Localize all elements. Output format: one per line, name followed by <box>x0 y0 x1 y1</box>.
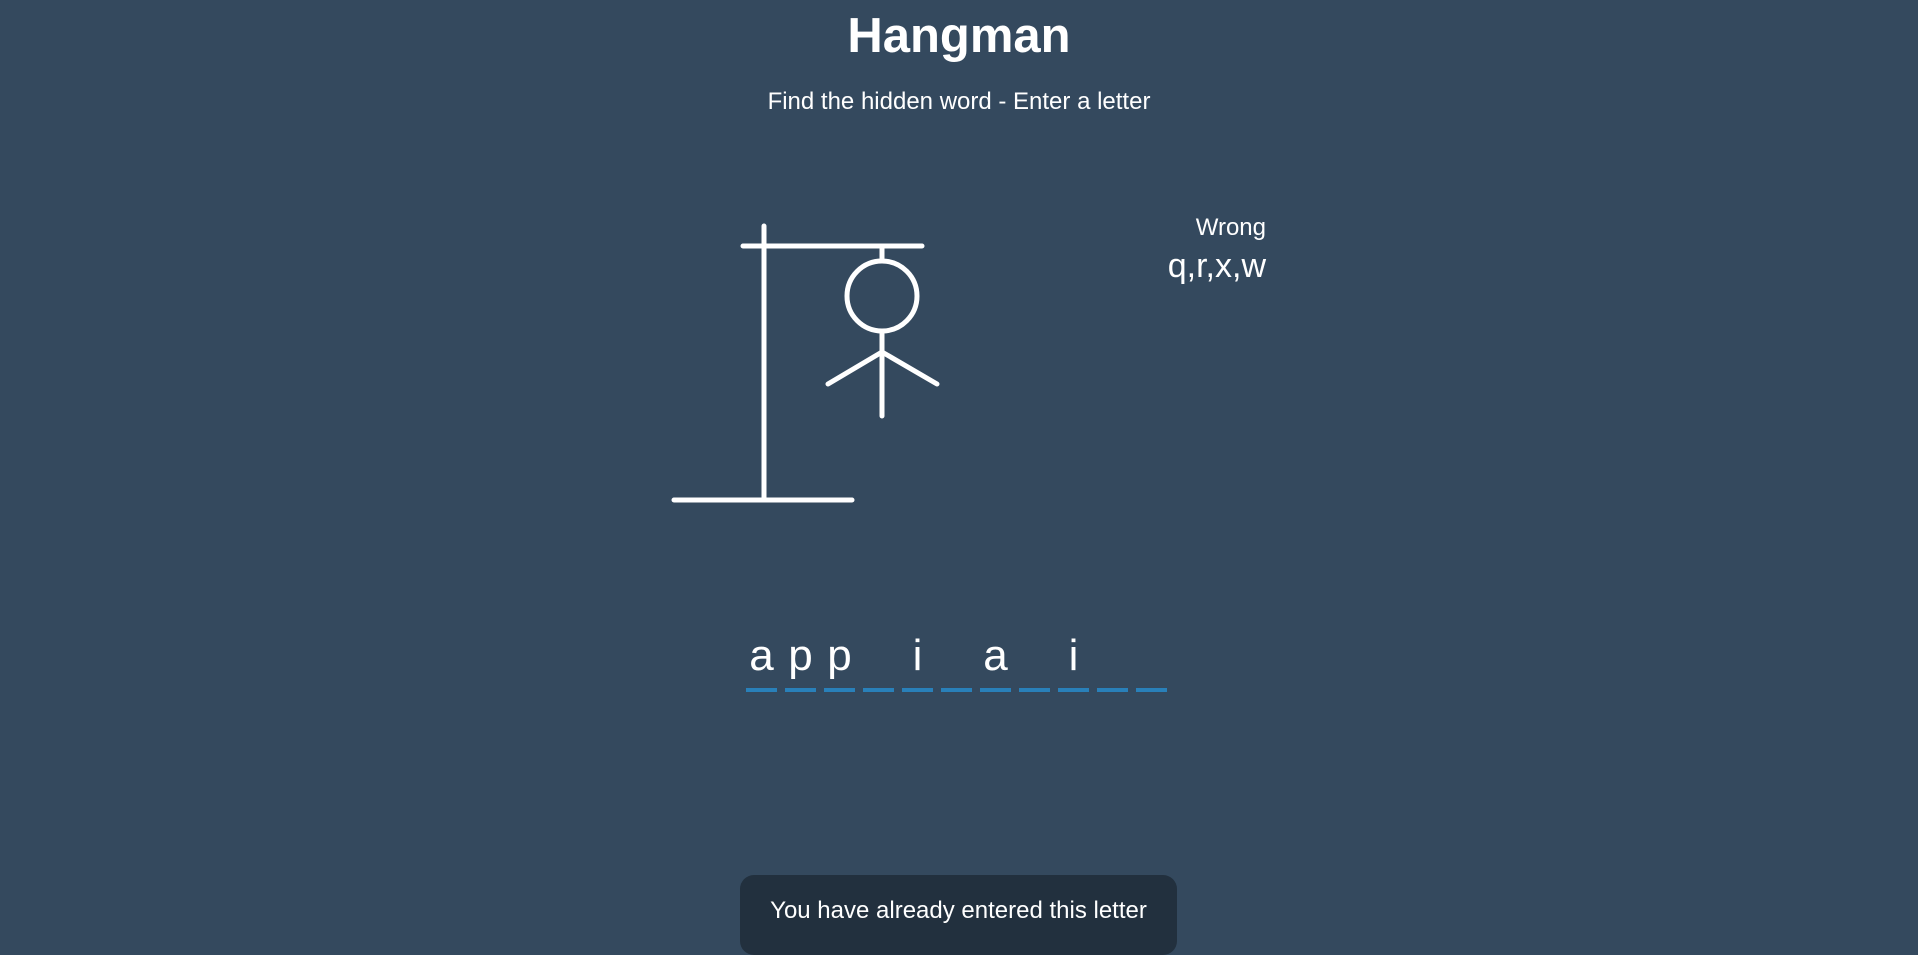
wrong-letters: q,r,x,w <box>1167 247 1266 285</box>
wrong-label: Wrong <box>1195 214 1266 241</box>
hangman-left-arm <box>825 349 885 387</box>
notification-message: You have already entered this letter <box>770 897 1147 924</box>
letter-slot <box>941 624 972 692</box>
letter-slot <box>1019 624 1050 692</box>
letter-slot: i <box>1058 624 1089 692</box>
hangman-right-arm <box>879 349 940 387</box>
letter-slot: a <box>980 624 1011 692</box>
game-subtitle: Find the hidden word - Enter a letter <box>767 88 1151 115</box>
notification-toast: You have already entered this letter <box>740 875 1177 955</box>
letter-slot <box>1097 624 1128 692</box>
letter-slot: p <box>785 624 816 692</box>
game-title: Hangman <box>847 9 1071 63</box>
hangman-figure <box>671 223 940 503</box>
hidden-word: a p p i a i <box>746 624 1175 692</box>
letter-slot: a <box>746 624 777 692</box>
wrong-letters-panel: Wrong q,r,x,w <box>1060 212 1266 288</box>
letter-slot <box>1136 624 1167 692</box>
letter-slot: p <box>824 624 855 692</box>
letter-slot <box>863 624 894 692</box>
letter-slot: i <box>902 624 933 692</box>
hangman-head <box>844 258 920 334</box>
